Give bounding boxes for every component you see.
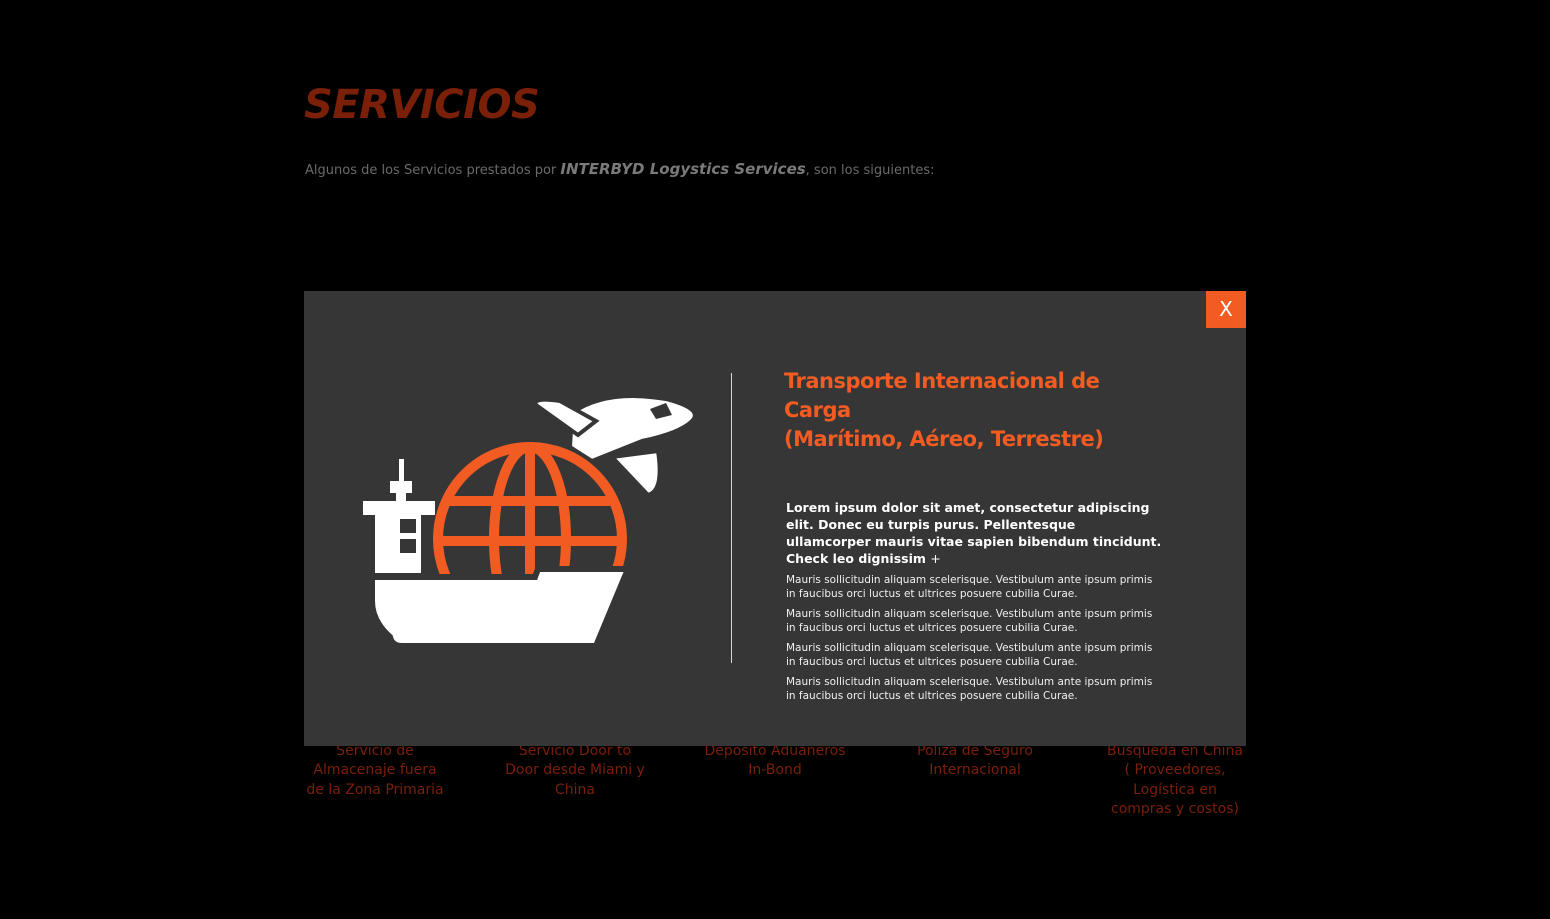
modal-title-line1: Transporte Internacional de Carga <box>784 369 1100 422</box>
intro-before: Algunos de los Servicios prestados por <box>305 163 561 178</box>
service-item-poliza-seguro[interactable]: Póliza de Seguro Internacional <box>904 742 1046 781</box>
brand-name: INTERBYD Logystics Services <box>560 160 806 178</box>
modal-detail-2: Mauris sollicitudin aliquam scelerisque.… <box>786 608 1153 634</box>
modal-detail-1: Mauris sollicitudin aliquam scelerisque.… <box>786 574 1153 600</box>
service-item-deposito-aduanero[interactable]: Depósito Aduaneros In-Bond <box>704 742 846 781</box>
intro-after: , son los siguientes: <box>805 163 935 178</box>
ship-globe-plane-icon <box>363 394 697 649</box>
modal-lead-text: Lorem ipsum dolor sit amet, consectetur … <box>786 499 1164 567</box>
service-modal: X Transporte Internacional de Carga (Mar… <box>304 291 1246 746</box>
service-item-almacenaje[interactable]: Servicio de Almacenaje fuera de la Zona … <box>304 742 446 800</box>
modal-divider <box>731 373 732 663</box>
modal-detail-3: Mauris sollicitudin aliquam scelerisque.… <box>786 642 1153 668</box>
service-item-door-to-door[interactable]: Servicio Door to Door desde Miami y Chin… <box>504 742 646 800</box>
service-item-busqueda-china[interactable]: Búsqueda en China ( Proveedores, Logísti… <box>1104 742 1246 820</box>
intro-text: Algunos de los Servicios prestados por I… <box>305 160 934 178</box>
modal-title: Transporte Internacional de Carga (Marít… <box>784 367 1164 454</box>
modal-detail-4: Mauris sollicitudin aliquam scelerisque.… <box>786 676 1153 702</box>
page-title: SERVICIOS <box>304 82 540 128</box>
close-button[interactable]: X <box>1206 291 1246 328</box>
read-more-link[interactable]: + <box>930 551 940 566</box>
modal-lead-body: Lorem ipsum dolor sit amet, consectetur … <box>786 500 1162 566</box>
modal-content: Transporte Internacional de Carga (Marít… <box>784 367 1164 709</box>
ship-hull-icon <box>369 566 633 649</box>
ship-mast-icon <box>363 459 435 573</box>
modal-title-line2: (Marítimo, Aéreo, Terrestre) <box>784 427 1104 451</box>
services-list: Servicio de Almacenaje fuera de la Zona … <box>304 742 1248 832</box>
page: SERVICIOS Algunos de los Servicios prest… <box>0 0 1550 919</box>
